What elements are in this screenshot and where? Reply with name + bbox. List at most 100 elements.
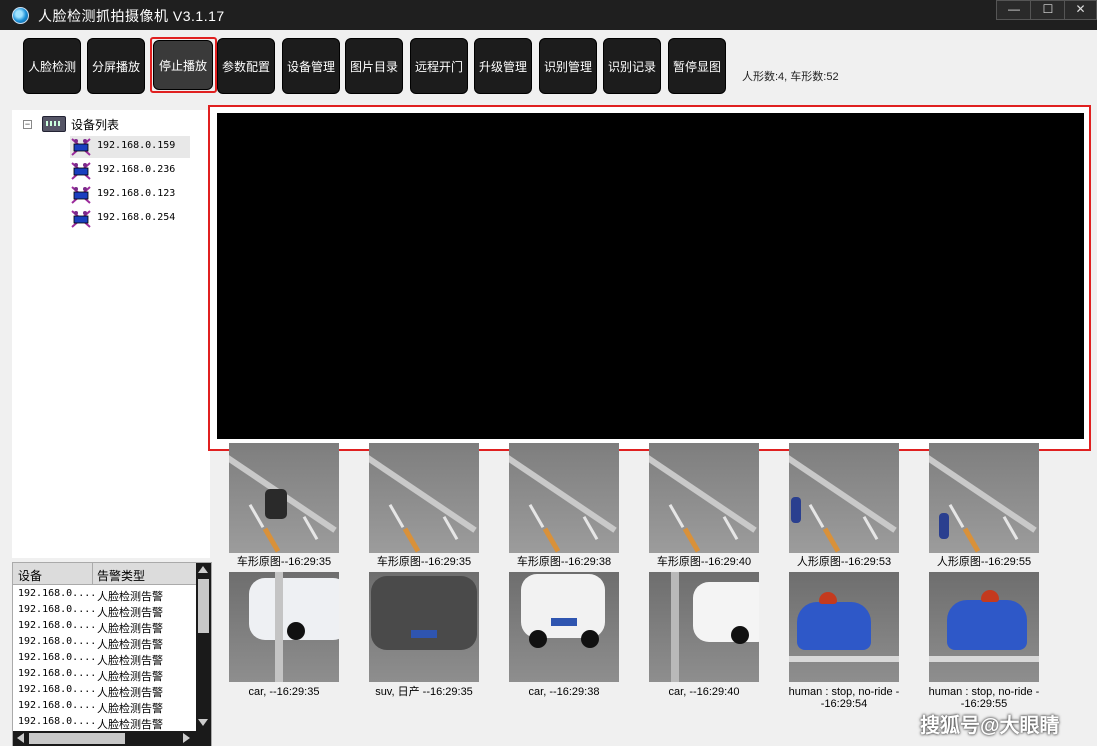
- lane-marking: [388, 503, 405, 529]
- snapshot-image[interactable]: [789, 443, 899, 553]
- device-cell: 192.168.0....: [18, 700, 97, 711]
- guardrail: [649, 449, 757, 533]
- alarm-type-cell: 人脸检测告警: [97, 639, 163, 651]
- lane-marking: [402, 527, 421, 553]
- device-node[interactable]: 192.168.0.159: [70, 136, 190, 158]
- camera-icon: [71, 210, 91, 228]
- snapshot-image[interactable]: [509, 443, 619, 553]
- device-node[interactable]: 192.168.0.254: [70, 208, 190, 230]
- scroll-up-arrow-icon[interactable]: [198, 566, 208, 573]
- vertical-scrollbar[interactable]: [196, 563, 211, 731]
- guardrail: [789, 449, 897, 533]
- alarm-type-cell: 人脸检测告警: [97, 719, 163, 731]
- horizontal-scrollbar[interactable]: [13, 731, 211, 746]
- lane-marking: [962, 527, 981, 553]
- scroll-thumb[interactable]: [29, 733, 125, 744]
- vehicle-body: [693, 582, 759, 642]
- window-title: 人脸检测抓拍摄像机 V3.1.17: [38, 8, 225, 24]
- table-row[interactable]: 192.168.0.... 人脸检测告警: [13, 683, 196, 699]
- device-cell: 192.168.0....: [18, 588, 97, 599]
- lane-marking: [808, 503, 825, 529]
- video-frame-highlight: [208, 105, 1091, 451]
- alarm-table: 设备 告警类型 192.168.0.... 人脸检测告警 192.168.0...…: [12, 562, 212, 746]
- watermark: 搜狐号@大眼睛: [920, 715, 1060, 737]
- person: [939, 513, 949, 539]
- minimize-button[interactable]: —: [996, 0, 1032, 20]
- app-logo-icon: [12, 7, 29, 24]
- table-row[interactable]: 192.168.0.... 人脸检测告警: [13, 635, 196, 651]
- snapshot-crop[interactable]: [789, 572, 899, 682]
- lane-marking: [682, 527, 701, 553]
- video-player[interactable]: [217, 113, 1084, 439]
- snapshot-image[interactable]: [229, 443, 339, 553]
- table-row[interactable]: 192.168.0.... 人脸检测告警: [13, 587, 196, 603]
- table-row[interactable]: 192.168.0.... 人脸检测告警: [13, 667, 196, 683]
- guardrail: [369, 449, 477, 533]
- snapshot-caption: human : stop, no-ride --16:29:55: [928, 686, 1040, 710]
- table-row[interactable]: 192.168.0.... 人脸检测告警: [13, 603, 196, 619]
- snapshot-caption: 车形原图--16:29:35: [236, 556, 332, 568]
- recognition-records-button[interactable]: 识别记录: [603, 38, 661, 94]
- column-divider[interactable]: [92, 563, 93, 585]
- recognition-manage-button[interactable]: 识别管理: [539, 38, 597, 94]
- device-manage-button[interactable]: 设备管理: [282, 38, 340, 94]
- person-helmet: [981, 590, 999, 602]
- scroll-thumb[interactable]: [198, 579, 209, 633]
- remote-open-door-button[interactable]: 远程开门: [410, 38, 468, 94]
- vehicle-tire: [287, 622, 305, 640]
- snapshot-crop[interactable]: [509, 572, 619, 682]
- device-cell: 192.168.0....: [18, 684, 97, 695]
- scroll-down-arrow-icon[interactable]: [198, 719, 208, 726]
- scroll-right-arrow-icon[interactable]: [183, 733, 190, 743]
- person-helmet: [819, 592, 837, 604]
- lane-marking: [528, 503, 545, 529]
- upgrade-manage-button[interactable]: 升级管理: [474, 38, 532, 94]
- face-detect-button[interactable]: 人脸检测: [23, 38, 81, 94]
- lane-marking: [248, 503, 265, 529]
- camera-icon: [71, 138, 91, 156]
- image-dir-button[interactable]: 图片目录: [345, 38, 403, 94]
- alarm-type-cell: 人脸检测告警: [97, 703, 163, 715]
- close-button[interactable]: ✕: [1064, 0, 1097, 20]
- split-screen-button[interactable]: 分屏播放: [87, 38, 145, 94]
- snapshot-crop[interactable]: [929, 572, 1039, 682]
- snapshot-caption: car, --16:29:35: [248, 686, 320, 698]
- person-raincoat: [947, 600, 1027, 650]
- device-tree-root-label[interactable]: 设备列表: [71, 116, 119, 133]
- pause-display-button[interactable]: 暂停显图: [668, 38, 726, 94]
- license-plate: [411, 630, 437, 638]
- collapse-toggle[interactable]: −: [23, 120, 32, 129]
- snapshot-caption: car, --16:29:38: [528, 686, 600, 698]
- device-node[interactable]: 192.168.0.236: [70, 160, 190, 182]
- column-header-device[interactable]: 设备: [18, 567, 42, 584]
- alarm-rows: 192.168.0.... 人脸检测告警 192.168.0.... 人脸检测告警 …: [13, 587, 196, 731]
- alarm-type-cell: 人脸检测告警: [97, 623, 163, 635]
- snapshot-image[interactable]: [369, 443, 479, 553]
- device-node[interactable]: 192.168.0.123: [70, 184, 190, 206]
- app-window: 人脸检测抓拍摄像机 V3.1.17 — ☐ ✕ 人脸检测 分屏播放 停止播放 参…: [0, 0, 1097, 746]
- snapshot-caption: 人形原图--16:29:55: [936, 556, 1032, 568]
- param-config-button[interactable]: 参数配置: [217, 38, 275, 94]
- scroll-left-arrow-icon[interactable]: [17, 733, 24, 743]
- vehicle-tire: [529, 630, 547, 648]
- lane-marking: [948, 503, 965, 529]
- snapshot-crop[interactable]: [369, 572, 479, 682]
- alarm-type-cell: 人脸检测告警: [97, 591, 163, 603]
- camera-icon: [71, 186, 91, 204]
- column-header-alarm-type[interactable]: 告警类型: [97, 567, 145, 584]
- maximize-button[interactable]: ☐: [1030, 0, 1066, 20]
- stop-play-button[interactable]: 停止播放: [153, 40, 213, 90]
- table-row[interactable]: 192.168.0.... 人脸检测告警: [13, 715, 196, 731]
- snapshot-crop[interactable]: [649, 572, 759, 682]
- person: [791, 497, 801, 523]
- table-row[interactable]: 192.168.0.... 人脸检测告警: [13, 651, 196, 667]
- table-row[interactable]: 192.168.0.... 人脸检测告警: [13, 699, 196, 715]
- device-cell: 192.168.0....: [18, 668, 97, 679]
- table-row[interactable]: 192.168.0.... 人脸检测告警: [13, 619, 196, 635]
- snapshot-image[interactable]: [929, 443, 1039, 553]
- device-group-icon: [42, 116, 66, 132]
- guardrail: [509, 449, 617, 533]
- snapshot-image[interactable]: [649, 443, 759, 553]
- snapshot-crop[interactable]: [229, 572, 339, 682]
- device-cell: 192.168.0....: [18, 652, 97, 663]
